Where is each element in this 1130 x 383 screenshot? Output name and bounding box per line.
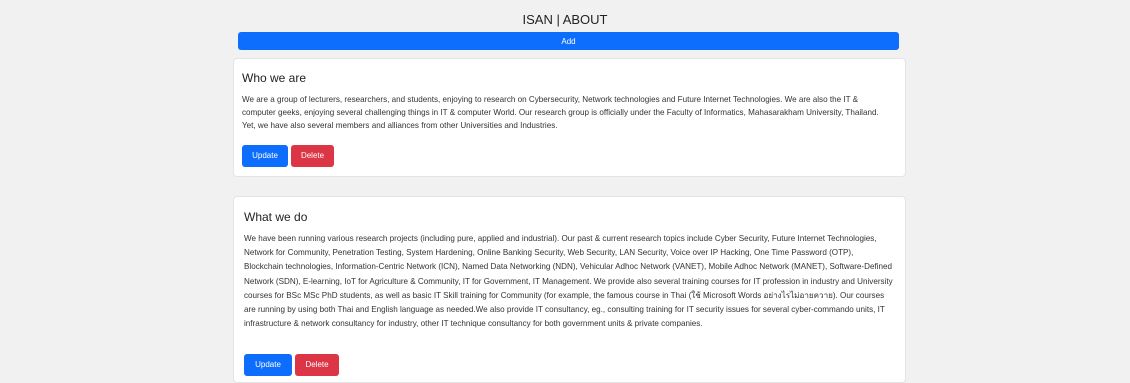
update-button[interactable]: Update <box>244 354 292 376</box>
card-text: We are a group of lecturers, researchers… <box>242 95 879 130</box>
card-body: Who we are We are a group of lecturers, … <box>242 71 893 132</box>
about-card-who-we-are: Who we are We are a group of lecturers, … <box>233 58 906 177</box>
update-button[interactable]: Update <box>242 145 288 167</box>
delete-button[interactable]: Delete <box>291 145 334 167</box>
card-actions: Update Delete <box>244 354 339 376</box>
card-text: We have been running various research pr… <box>244 234 893 329</box>
page-title: ISAN | ABOUT <box>522 12 608 27</box>
card-body: What we do We have been running various … <box>244 210 893 331</box>
card-title: What we do <box>244 210 308 224</box>
about-page: ISAN | ABOUT Add Who we are We are a gro… <box>0 0 1130 383</box>
about-card-what-we-do: What we do We have been running various … <box>233 196 906 383</box>
add-button[interactable]: Add <box>238 32 899 50</box>
card-title: Who we are <box>242 71 307 85</box>
card-actions: Update Delete <box>242 145 334 167</box>
delete-button[interactable]: Delete <box>295 354 339 376</box>
